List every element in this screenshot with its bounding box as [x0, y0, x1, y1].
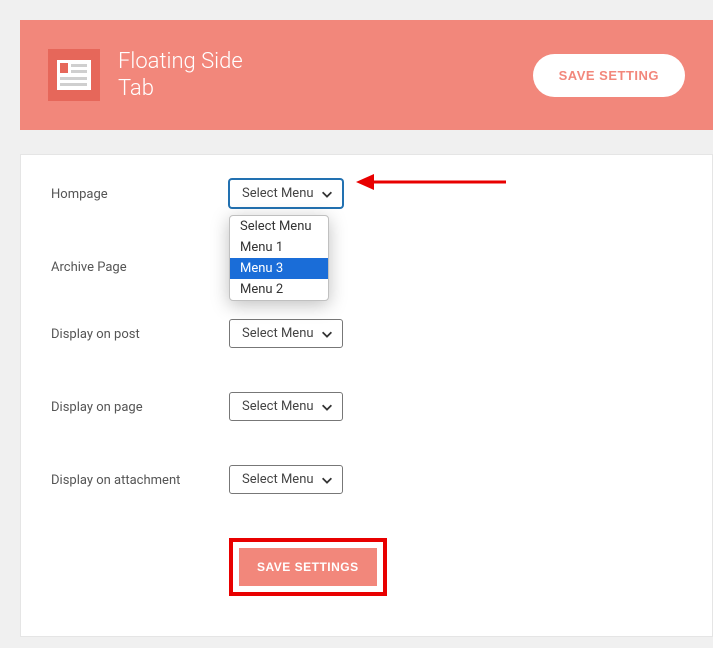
chevron-down-icon — [320, 473, 334, 487]
form-row-page: Display on page Select Menu — [51, 392, 682, 421]
content-panel: Hompage Select Menu Select Menu Menu 1 M… — [20, 154, 713, 637]
label-page: Display on page — [51, 392, 229, 415]
select-value: Select Menu — [242, 326, 314, 341]
chevron-down-icon — [320, 400, 334, 414]
form-row-post: Display on post Select Menu — [51, 319, 682, 348]
select-value: Select Menu — [242, 399, 314, 414]
form-row-attachment: Display on attachment Select Menu — [51, 465, 682, 494]
control-homepage: Select Menu Select Menu Menu 1 Menu 3 Me… — [229, 179, 343, 208]
chevron-down-icon — [320, 327, 334, 341]
title-line-2: Tab — [118, 75, 243, 103]
title-line-1: Floating Side — [118, 48, 243, 76]
form-row-archive: Archive Page — [51, 252, 682, 275]
footer-row: SAVE SETTINGS — [51, 538, 682, 596]
select-homepage[interactable]: Select Menu — [229, 179, 343, 208]
dropdown-option-highlighted[interactable]: Menu 3 — [230, 258, 328, 279]
highlight-annotation: SAVE SETTINGS — [229, 538, 387, 596]
select-value: Select Menu — [242, 186, 314, 201]
label-attachment: Display on attachment — [51, 465, 229, 488]
page-title: Floating Side Tab — [118, 48, 243, 103]
footer-spacer — [51, 538, 229, 596]
label-homepage: Hompage — [51, 179, 229, 202]
select-page[interactable]: Select Menu — [229, 392, 343, 421]
control-attachment: Select Menu — [229, 465, 343, 494]
chevron-down-icon — [320, 187, 334, 201]
form-row-homepage: Hompage Select Menu Select Menu Menu 1 M… — [51, 179, 682, 208]
dropdown-homepage: Select Menu Menu 1 Menu 3 Menu 2 — [229, 215, 329, 301]
dropdown-option[interactable]: Menu 1 — [230, 237, 328, 258]
select-post[interactable]: Select Menu — [229, 319, 343, 348]
dropdown-option[interactable]: Select Menu — [230, 216, 328, 237]
label-archive: Archive Page — [51, 252, 229, 275]
select-attachment[interactable]: Select Menu — [229, 465, 343, 494]
dropdown-option[interactable]: Menu 2 — [230, 279, 328, 300]
save-setting-button[interactable]: SAVE SETTING — [533, 54, 685, 97]
control-page: Select Menu — [229, 392, 343, 421]
label-post: Display on post — [51, 319, 229, 342]
header-banner: Floating Side Tab SAVE SETTING — [20, 20, 713, 130]
save-settings-button[interactable]: SAVE SETTINGS — [239, 548, 377, 586]
select-value: Select Menu — [242, 472, 314, 487]
control-post: Select Menu — [229, 319, 343, 348]
header-left: Floating Side Tab — [48, 48, 243, 103]
app-icon — [48, 49, 100, 101]
